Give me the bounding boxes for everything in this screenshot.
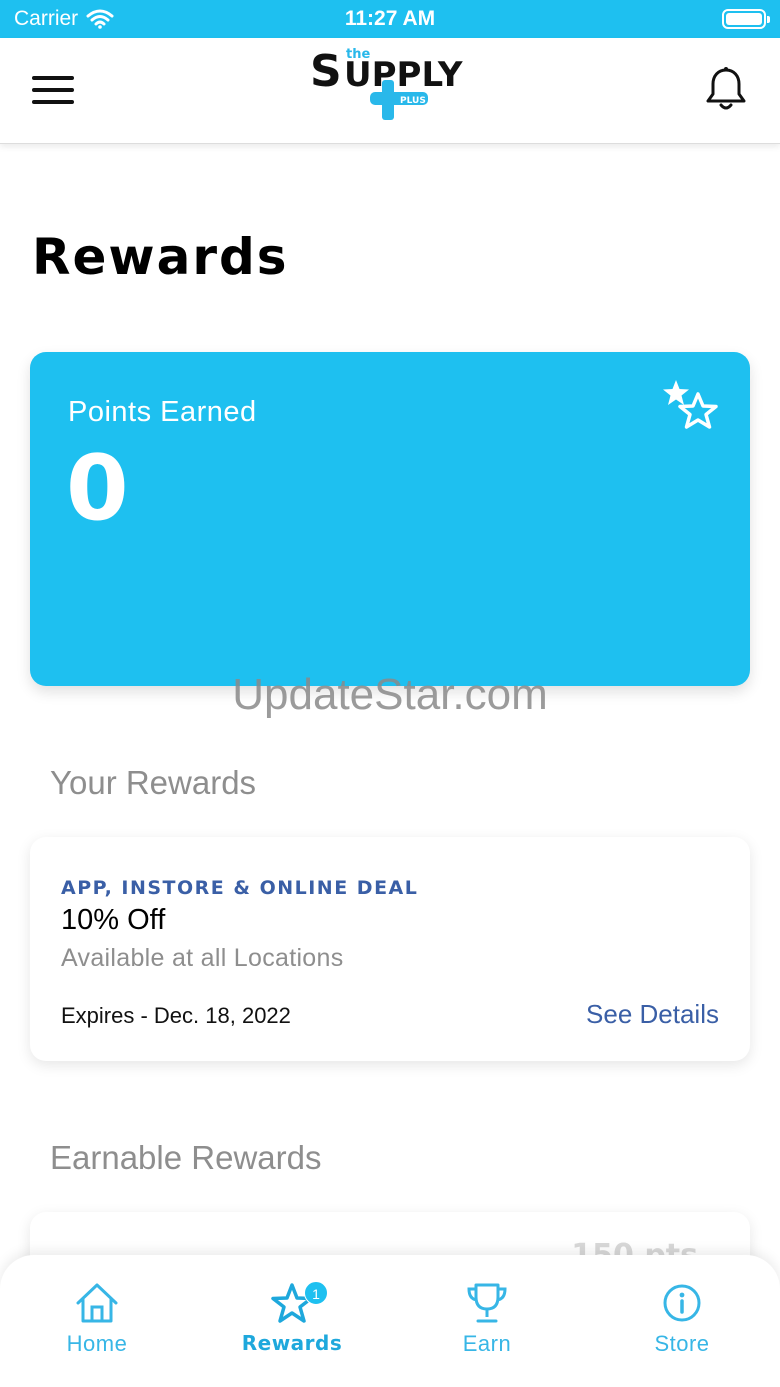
hamburger-icon	[32, 76, 74, 80]
your-rewards-heading: Your Rewards	[50, 764, 257, 801]
points-label: Points Earned	[68, 396, 257, 428]
carrier-label: Carrier	[14, 7, 79, 30]
info-icon	[663, 1284, 701, 1322]
points-card: Points Earned 0	[30, 352, 750, 686]
svg-text:PLUS: PLUS	[400, 96, 426, 106]
notification-bell-icon[interactable]	[704, 66, 748, 112]
tab-rewards[interactable]: 1 Rewards	[222, 1281, 362, 1361]
hamburger-line	[32, 100, 74, 104]
page-title: Rewards	[32, 228, 289, 286]
status-time: 11:27 AM	[344, 7, 436, 30]
reward-title: 10% Off	[61, 904, 166, 936]
supply-plus-logo: S UPPLY the PLUS	[310, 46, 463, 120]
see-details-link[interactable]: See Details	[586, 999, 719, 1030]
reward-tag: APP, INSTORE & ONLINE DEAL	[61, 877, 419, 899]
reward-subtitle: Available at all Locations	[61, 944, 344, 972]
svg-text:the: the	[346, 47, 370, 62]
tab-earn-label: Earn	[462, 1331, 512, 1356]
wifi-icon	[86, 9, 114, 29]
stars-icon	[663, 380, 718, 429]
tab-store-label: Store	[654, 1331, 710, 1356]
earnable-rewards-heading: Earnable Rewards	[50, 1139, 322, 1176]
watermark-text: UpdateStar.com	[232, 670, 548, 719]
status-bar: Carrier 11:27 AM	[0, 0, 780, 38]
hamburger-line	[32, 88, 74, 92]
rewards-badge: 1	[304, 1281, 328, 1305]
tab-home[interactable]: Home	[27, 1281, 167, 1361]
home-icon	[76, 1283, 118, 1323]
reward-card[interactable]: APP, INSTORE & ONLINE DEAL 10% Off Avail…	[30, 837, 750, 1061]
tab-store[interactable]: Store	[612, 1281, 752, 1361]
tab-earn[interactable]: Earn	[417, 1281, 557, 1361]
svg-text:S: S	[310, 46, 342, 97]
tab-bar: Home 1 Rewards Earn Store	[0, 1255, 780, 1387]
points-value: 0	[66, 436, 129, 541]
tab-rewards-label: Rewards	[241, 1331, 343, 1355]
app-header: S UPPLY the PLUS	[0, 38, 780, 144]
reward-expiry: Expires - Dec. 18, 2022	[61, 1003, 291, 1028]
tab-home-label: Home	[66, 1331, 128, 1356]
trophy-icon	[467, 1283, 507, 1323]
menu-button[interactable]	[32, 76, 74, 106]
status-left: Carrier	[14, 7, 114, 31]
battery-icon	[722, 9, 770, 29]
